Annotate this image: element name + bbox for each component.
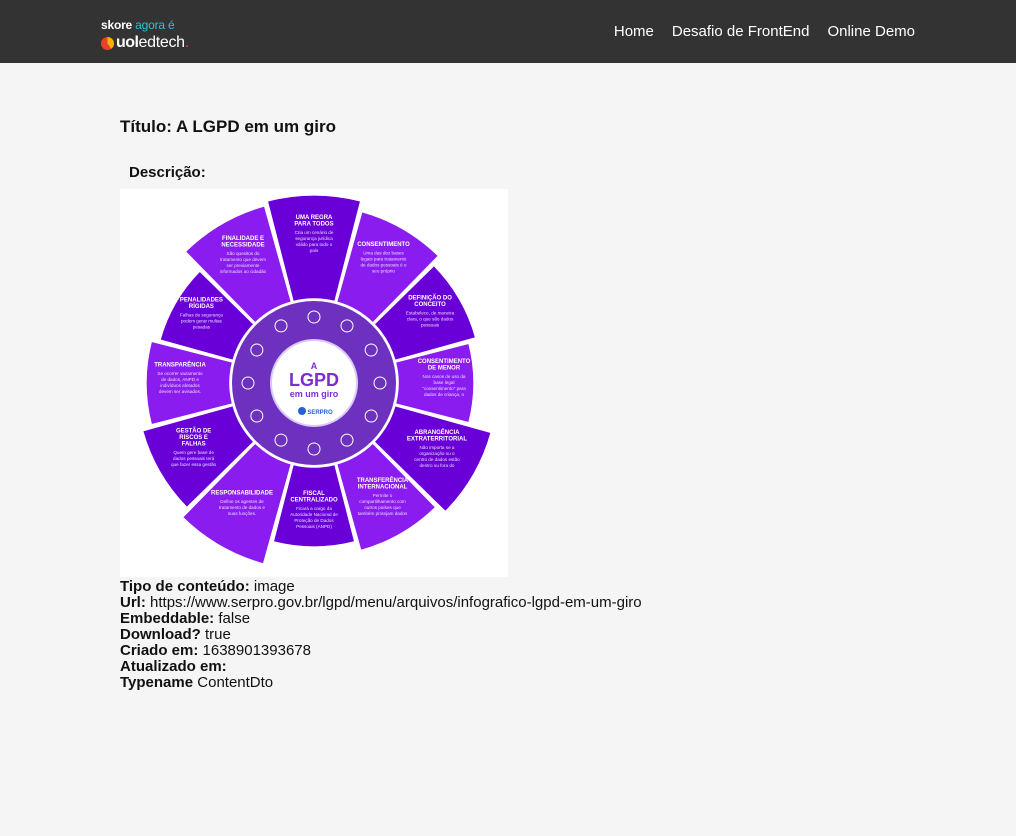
segment-title: UMA REGRA bbox=[296, 215, 333, 221]
content-detail: Título: A LGPD em um giro Descrição: UMA… bbox=[120, 117, 920, 691]
segment-text: base legal bbox=[434, 380, 455, 385]
meta-row-created: Criado em: 1638901393678 bbox=[120, 642, 311, 659]
segment-text: país bbox=[310, 248, 319, 253]
meta-row-updated: Atualizado em: bbox=[120, 658, 227, 675]
segment-text: segurança jurídica bbox=[295, 236, 333, 241]
segment-text: ser previamente bbox=[227, 263, 260, 268]
top-navbar: skore agora é uol edtech. Home Desafio d… bbox=[0, 0, 1016, 63]
segment-text: Nos casos de uso da bbox=[423, 374, 466, 379]
segment-text: dados de criança, o bbox=[424, 392, 465, 397]
segment-title: GESTÃO DE bbox=[176, 428, 211, 435]
segment-text: seu próprio bbox=[372, 269, 395, 274]
segment-title: PARA TODOS bbox=[294, 222, 333, 228]
segment-text: organização ou o bbox=[419, 451, 455, 456]
segment-text: outros países que bbox=[364, 505, 401, 510]
segment-text: Falhas de segurança bbox=[180, 313, 223, 318]
segment-text: Pessoais (ANPD) bbox=[296, 524, 332, 529]
segment-title: FISCAL bbox=[303, 491, 325, 497]
segment-text: informados ao cidadão bbox=[220, 269, 267, 274]
logo-tagline: skore agora é bbox=[101, 18, 175, 32]
uol-logo-icon bbox=[101, 36, 114, 50]
page-title: Título: A LGPD em um giro bbox=[120, 117, 336, 136]
segment-text: suas funções. bbox=[228, 511, 256, 516]
segment-title: CENTRALIZADO bbox=[290, 498, 338, 504]
segment-text: pessoais bbox=[421, 323, 440, 328]
segment-title: CONSENTIMENTO bbox=[418, 359, 471, 365]
segment-text: dados pessoais terá bbox=[173, 456, 215, 461]
segment-title: RISCOS E bbox=[179, 435, 208, 441]
main-nav: Home Desafio de FrontEnd Online Demo bbox=[596, 0, 915, 63]
segment-text: de dados pessoais é o bbox=[361, 263, 407, 268]
segment-text: Estabelece, de maneira bbox=[406, 311, 455, 316]
center-subtitle: em um giro bbox=[290, 389, 339, 399]
lgpd-wheel: UMA REGRAPARA TODOS Cria um cenário deseg… bbox=[141, 194, 493, 566]
segment-text: Se ocorrer vazamento bbox=[157, 371, 203, 376]
content-metadata: Tipo de conteúdo: image Url: https://www… bbox=[120, 579, 642, 691]
nav-home-link[interactable]: Home bbox=[614, 23, 654, 40]
segment-text: tratamento de dados e bbox=[219, 505, 265, 510]
segment-text: Uma das dez bases bbox=[363, 251, 404, 256]
segment-title: PENALIDADES bbox=[180, 298, 223, 304]
segment-text: Quem gere base de bbox=[173, 450, 214, 455]
serpro-logo-icon bbox=[298, 407, 306, 415]
meta-row-embeddable: Embeddable: false bbox=[120, 610, 251, 627]
segment-title: ABRANGÊNCIA bbox=[414, 428, 460, 436]
center-lgpd: LGPD bbox=[289, 370, 339, 390]
segment-text: de dados, ANPD e bbox=[161, 377, 199, 382]
segment-title: EXTRATERRITORIAL bbox=[407, 437, 467, 443]
segment-text: devem ser avisados. bbox=[159, 389, 201, 394]
nav-online-demo-link[interactable]: Online Demo bbox=[827, 23, 915, 40]
meta-row-download: Download? true bbox=[120, 626, 231, 643]
segment-text: também protejam dados bbox=[358, 511, 408, 516]
segment-title: FALHAS bbox=[182, 442, 206, 448]
segment-title: FINALIDADE E bbox=[222, 236, 264, 242]
segment-text: que fazer essa gestão bbox=[171, 462, 217, 467]
segment-title: RESPONSABILIDADE bbox=[211, 491, 273, 497]
segment-text: Não importa se a bbox=[419, 445, 454, 450]
center-brand: SERPRO bbox=[307, 410, 333, 416]
meta-row-typename: Typename ContentDto bbox=[120, 674, 274, 691]
segment-text: Define os agentes de bbox=[220, 499, 264, 504]
segment-text: pesadas bbox=[193, 325, 211, 330]
segment-text: podem gerar multas bbox=[181, 319, 223, 324]
segment-text: centro de dados estão bbox=[414, 457, 460, 462]
meta-row-type: Tipo de conteúdo: image bbox=[120, 578, 295, 595]
segment-text: clara, o que são dados bbox=[407, 317, 454, 322]
segment-title: NECESSIDADE bbox=[221, 243, 264, 249]
segment-title: RÍGIDAS bbox=[189, 302, 214, 310]
segment-title: DE MENOR bbox=[428, 366, 461, 372]
segment-text: Ficará a cargo da bbox=[296, 506, 332, 511]
logo-wordmark: uol edtech. bbox=[101, 33, 189, 53]
segment-title: INTERNACIONAL bbox=[358, 484, 408, 490]
segment-title: TRANSFERÊNCIA bbox=[357, 476, 409, 484]
brand-logo[interactable]: skore agora é uol edtech. bbox=[101, 18, 221, 54]
segment-text: válido para todo o bbox=[296, 242, 333, 247]
segment-text: legais para tratamento bbox=[361, 257, 407, 262]
segment-text: Autoridade Nacional de bbox=[290, 512, 338, 517]
segment-text: "consentimento" para bbox=[422, 386, 466, 391]
segment-text: compartilhamento com bbox=[359, 499, 406, 504]
segment-text: dentro ou fora do bbox=[419, 463, 454, 468]
segment-title: TRANSPARÊNCIA bbox=[154, 361, 206, 369]
segment-text: São quesitos do bbox=[227, 251, 260, 256]
segment-title: CONCEITO bbox=[414, 302, 446, 308]
segment-text: Proteção de Dados bbox=[294, 518, 334, 523]
segment-title: CONSENTIMENTO bbox=[357, 242, 410, 248]
meta-row-url: Url: https://www.serpro.gov.br/lgpd/menu… bbox=[120, 594, 642, 611]
nav-frontend-challenge-link[interactable]: Desafio de FrontEnd bbox=[672, 23, 810, 40]
segment-title: DEFINIÇÃO DO bbox=[408, 295, 452, 302]
segment-text: tratamento que devem bbox=[220, 257, 266, 262]
segment-text: Permite o bbox=[373, 493, 393, 498]
segment-text: indivíduos afetados bbox=[160, 383, 200, 388]
segment-text: Cria um cenário de bbox=[295, 230, 334, 235]
description-label: Descrição: bbox=[129, 164, 206, 181]
lgpd-infographic-image: UMA REGRA PARA TODOS Cria um cenário de seg… bbox=[120, 189, 508, 577]
